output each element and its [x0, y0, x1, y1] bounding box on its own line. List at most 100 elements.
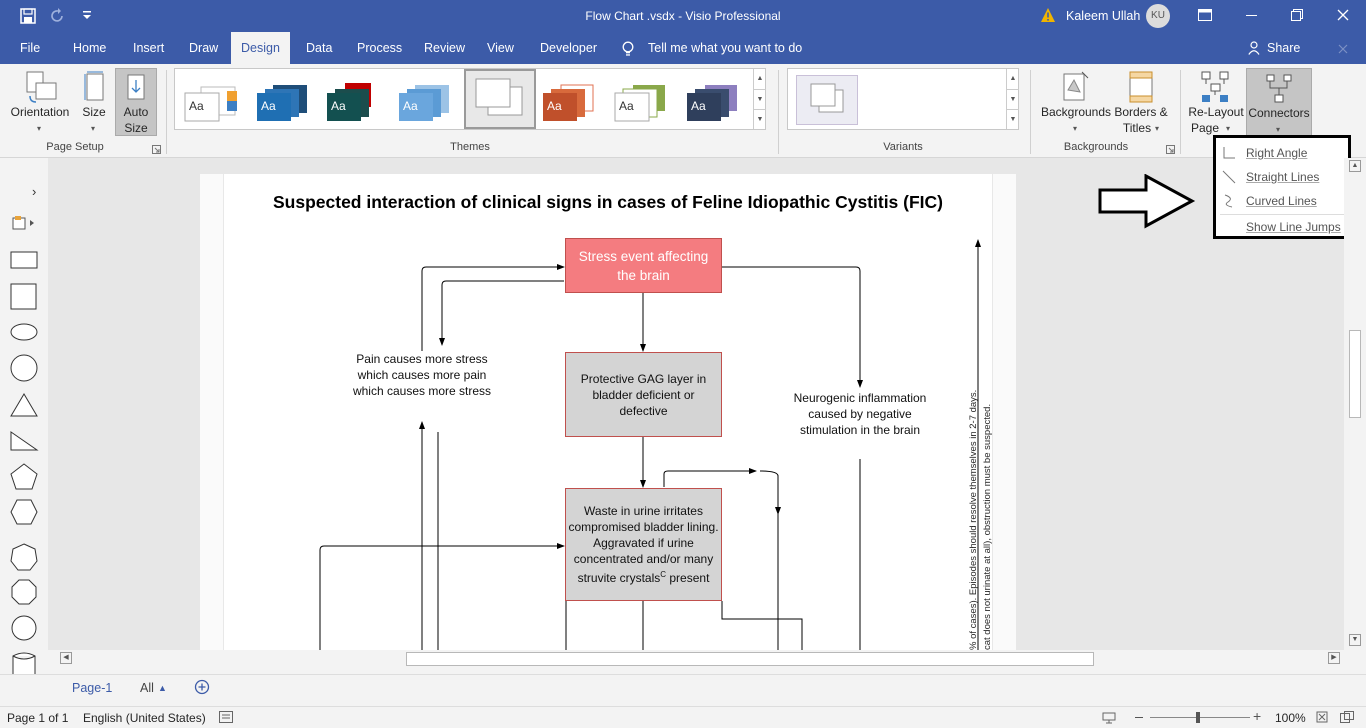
tell-me-search[interactable]: Tell me what you want to do	[648, 32, 802, 64]
chevron-down-icon[interactable]: ▾	[37, 124, 41, 133]
zoom-level[interactable]: 100%	[1275, 711, 1306, 725]
page-tab-page-1[interactable]: Page-1	[72, 681, 112, 695]
zoom-slider-thumb[interactable]	[1196, 712, 1200, 723]
theme-office-thumbnail[interactable]: Aa	[181, 77, 243, 129]
relayout-page-label-2[interactable]: Page	[1190, 121, 1220, 136]
vertical-note-text-2[interactable]: cat does not urinate at all), obstructio…	[982, 330, 993, 650]
stencil-menu-icon[interactable]	[12, 215, 36, 231]
user-name[interactable]: Kaleem Ullah	[1066, 9, 1140, 23]
page-count-status[interactable]: Page 1 of 1	[7, 711, 68, 725]
macro-icon[interactable]	[219, 711, 233, 723]
pain-stress-text[interactable]: Pain causes more stress which causes mor…	[352, 351, 492, 399]
chevron-down-icon[interactable]: ▾	[1155, 124, 1159, 133]
share-button[interactable]: Share	[1267, 32, 1300, 64]
warning-icon[interactable]	[1040, 7, 1056, 23]
themes-gallery: Aa Aa Aa Aa Aa Aa Aa ▲ ▼ ▼	[174, 68, 766, 130]
gallery-scroll-down-button[interactable]: ▼	[753, 89, 766, 109]
connectors-button[interactable]: Connectors ▾	[1246, 68, 1312, 138]
backgrounds-button[interactable]: Backgrounds	[1038, 105, 1114, 120]
tab-process[interactable]: Process	[357, 32, 402, 64]
all-pages-caret-icon[interactable]: ▲	[158, 683, 167, 693]
tab-draw[interactable]: Draw	[189, 32, 218, 64]
variants-more-button[interactable]: ▼	[1006, 109, 1019, 129]
gallery-more-button[interactable]: ▼	[753, 109, 766, 129]
close-icon[interactable]	[1337, 9, 1349, 21]
menu-item-curved-lines[interactable]: Curved Lines	[1246, 194, 1317, 208]
waste-urine-text: Waste in urine irritates compromised bla…	[568, 503, 719, 586]
borders-titles-label-1[interactable]: Borders &	[1108, 105, 1174, 120]
ribbon-display-options-icon[interactable]	[1198, 9, 1212, 21]
zoom-slider[interactable]	[1150, 717, 1250, 718]
theme-retro-thumbnail[interactable]: Aa	[323, 77, 385, 129]
scroll-left-arrow[interactable]: ◀	[60, 652, 72, 664]
waste-urine-end: present	[666, 571, 710, 585]
theme-slice-thumbnail[interactable]: Aa	[683, 77, 745, 129]
stress-event-node[interactable]: Stress event affecting the brain	[565, 238, 722, 293]
horizontal-scrollbar[interactable]: ◀ ▶	[58, 650, 1344, 668]
borders-titles-icon[interactable]	[1128, 70, 1154, 104]
vertical-note-text-1[interactable]: % of cases). Episodes should resolve the…	[968, 330, 979, 650]
tab-review[interactable]: Review	[424, 32, 465, 64]
dialog-launcher-icon[interactable]	[152, 143, 161, 154]
menu-item-right-angle[interactable]: Right Angle	[1246, 146, 1307, 160]
expand-shapes-pane-icon[interactable]: ›	[32, 184, 36, 199]
separator	[166, 70, 167, 154]
relayout-page-icon[interactable]	[1200, 70, 1232, 104]
straight-lines-icon	[1222, 170, 1236, 184]
chevron-down-icon[interactable]: ▾	[91, 124, 95, 133]
waste-urine-node[interactable]: Waste in urine irritates compromised bla…	[565, 488, 722, 601]
close-ribbon-icon[interactable]	[1338, 43, 1348, 54]
share-person-icon[interactable]	[1248, 41, 1262, 55]
zoom-in-icon[interactable]: +	[1253, 708, 1261, 724]
tab-insert[interactable]: Insert	[133, 32, 164, 64]
vertical-scroll-thumb[interactable]	[1349, 330, 1361, 418]
avatar[interactable]: KU	[1146, 4, 1170, 28]
gallery-scroll-up-button[interactable]: ▲	[753, 69, 766, 89]
status-bar: Page 1 of 1 English (United States) + 10…	[0, 706, 1366, 728]
presentation-mode-icon[interactable]	[1102, 712, 1116, 724]
minimize-icon[interactable]	[1246, 15, 1257, 16]
variants-scroll-up-button[interactable]: ▲	[1006, 69, 1019, 89]
tab-developer[interactable]: Developer	[540, 32, 597, 64]
drawing-page[interactable]: Suspected interaction of clinical signs …	[200, 174, 1016, 650]
restore-icon[interactable]	[1291, 9, 1303, 21]
scroll-down-arrow[interactable]: ▼	[1349, 634, 1361, 646]
chevron-down-icon[interactable]: ▾	[1226, 124, 1230, 133]
gag-layer-node[interactable]: Protective GAG layer in bladder deficien…	[565, 352, 722, 437]
scroll-right-arrow[interactable]: ▶	[1328, 652, 1340, 664]
backgrounds-icon[interactable]	[1060, 70, 1090, 104]
zoom-out-icon[interactable]	[1135, 717, 1143, 718]
dialog-launcher-icon[interactable]	[1166, 143, 1175, 154]
theme-whisp-thumbnail[interactable]: Aa	[395, 77, 457, 129]
theme-linear-thumbnail[interactable]: Aa	[253, 77, 315, 129]
tab-design[interactable]: Design	[231, 32, 290, 64]
orientation-button[interactable]: Orientation	[8, 105, 72, 120]
theme-none-thumbnail-selected[interactable]	[464, 69, 536, 129]
relayout-page-label-1[interactable]: Re-Layout	[1186, 105, 1246, 120]
theme-organic-thumbnail[interactable]: Aa	[611, 77, 673, 129]
size-icon[interactable]	[84, 70, 106, 104]
switch-windows-icon[interactable]	[1340, 711, 1354, 723]
theme-facet-thumbnail[interactable]: Aa	[539, 77, 601, 129]
menu-item-show-line-jumps[interactable]: Show Line Jumps	[1246, 220, 1341, 234]
tab-home[interactable]: Home	[73, 32, 106, 64]
add-page-icon[interactable]	[194, 679, 210, 695]
vertical-scrollbar[interactable]: ▲ ▼	[1344, 158, 1366, 650]
tab-view[interactable]: View	[487, 32, 514, 64]
tab-data[interactable]: Data	[306, 32, 332, 64]
fit-page-icon[interactable]	[1316, 711, 1328, 723]
orientation-icon[interactable]	[24, 70, 58, 106]
language-status[interactable]: English (United States)	[83, 711, 206, 725]
variants-scroll-down-button[interactable]: ▼	[1006, 89, 1019, 109]
variant-thumbnail[interactable]	[796, 75, 858, 125]
size-button[interactable]: Size	[78, 105, 110, 120]
all-pages-button[interactable]: All	[140, 681, 154, 695]
neurogenic-inflammation-text[interactable]: Neurogenic inflammation caused by negati…	[792, 390, 928, 438]
horizontal-scroll-thumb[interactable]	[406, 652, 1094, 666]
chevron-down-icon[interactable]: ▾	[1073, 124, 1077, 133]
menu-item-straight-lines[interactable]: Straight Lines	[1246, 170, 1319, 184]
tab-file[interactable]: File	[20, 32, 40, 64]
scroll-up-arrow[interactable]: ▲	[1349, 160, 1361, 172]
drawing-canvas[interactable]: Suspected interaction of clinical signs …	[48, 158, 1344, 650]
auto-size-button[interactable]: Auto Size	[115, 68, 157, 136]
